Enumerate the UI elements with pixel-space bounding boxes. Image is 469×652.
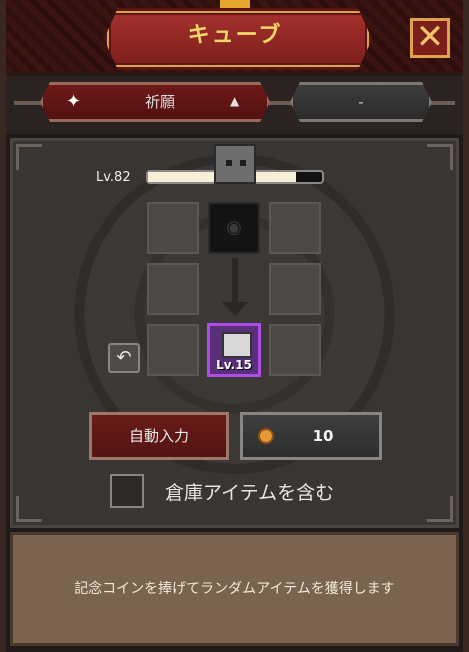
down-arrow-icon — [232, 258, 238, 308]
close-button[interactable]: ✕ — [410, 18, 450, 58]
auto-input-label: 自動入力 — [128, 427, 189, 445]
caret-up-icon: ▲ — [230, 94, 240, 108]
include-storage-checkbox[interactable] — [110, 474, 144, 508]
panel-corner-ornament — [16, 496, 42, 522]
cube-level-label: Lv.82 — [96, 170, 131, 185]
undo-icon: ↶ — [116, 347, 132, 368]
input-slot[interactable] — [269, 324, 321, 376]
result-item-slot[interactable]: Lv.15 — [207, 323, 261, 377]
include-storage-label: 倉庫アイテムを含む — [165, 482, 335, 504]
input-slot[interactable]: ◉ — [208, 202, 260, 254]
sparkle-icon: ✦ — [66, 91, 82, 112]
input-slot[interactable] — [147, 202, 199, 254]
input-slot[interactable] — [147, 324, 199, 376]
window-title: キューブ — [187, 23, 283, 48]
category-dropdown-label: 祈願 — [144, 93, 175, 111]
input-slot[interactable] — [269, 202, 321, 254]
description-text: 記念コインを捧げてランダムアイテムを獲得します — [74, 581, 395, 597]
panel-corner-ornament — [427, 144, 453, 170]
subcategory-dropdown-label: - — [358, 93, 364, 111]
down-arrow-icon — [222, 302, 248, 316]
item-icon — [222, 332, 252, 358]
item-level-label: Lv.15 — [216, 358, 252, 372]
close-icon: ✕ — [415, 17, 445, 57]
coin-icon — [258, 428, 274, 444]
panel-corner-ornament — [427, 496, 453, 522]
cost-value: 10 — [312, 427, 334, 445]
slot-marker-icon: ◉ — [226, 217, 242, 238]
cube-mascot-icon — [214, 144, 256, 184]
undo-button[interactable]: ↶ — [108, 343, 140, 373]
input-slot[interactable] — [147, 263, 199, 315]
input-slot[interactable] — [269, 263, 321, 315]
panel-corner-ornament — [16, 144, 42, 170]
